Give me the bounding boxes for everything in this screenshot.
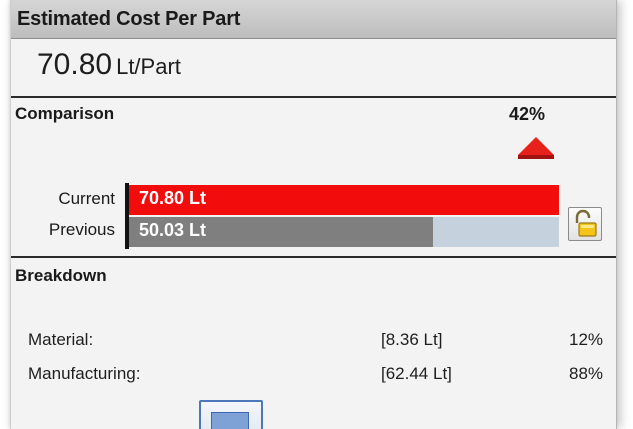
unlocked-padlock-icon [575,209,597,237]
bar-label-previous: Previous [48,220,115,239]
section-divider [11,96,616,98]
panel-header: Estimated Cost Per Part [11,0,616,39]
cost-panel: Estimated Cost Per Part 70.80 Lt/Part Com… [10,0,617,429]
breakdown-share: 88% [569,364,604,383]
section-divider [11,256,616,258]
details-button[interactable] [199,400,263,429]
breakdown-name: Manufacturing: [28,364,141,383]
cost-per-part: 70.80 Lt/Part [37,48,181,82]
bar-value-current: 70.80 Lt [139,188,207,208]
breakdown-name: Material: [28,330,94,349]
bar-value-previous: 50.03 Lt [139,220,207,240]
percent-change: 42% [509,104,546,124]
breakdown-amount: [8.36 Lt] [381,330,443,349]
breakdown-share: 12% [569,330,604,349]
breakdown-label: Breakdown [15,266,107,285]
cost-value: 70.80 [37,48,113,81]
bar-track-current: 70.80 Lt [129,185,559,215]
lock-toggle-button[interactable] [568,207,602,241]
cost-unit: Lt/Part [116,54,181,79]
window-icon [211,412,249,429]
panel-title: Estimated Cost Per Part [17,8,241,30]
comparison-label: Comparison [15,104,115,123]
bar-track-previous: 50.03 Lt [129,217,559,247]
breakdown-amount: [62.44 Lt] [381,364,452,383]
bar-label-current: Current [58,189,115,208]
